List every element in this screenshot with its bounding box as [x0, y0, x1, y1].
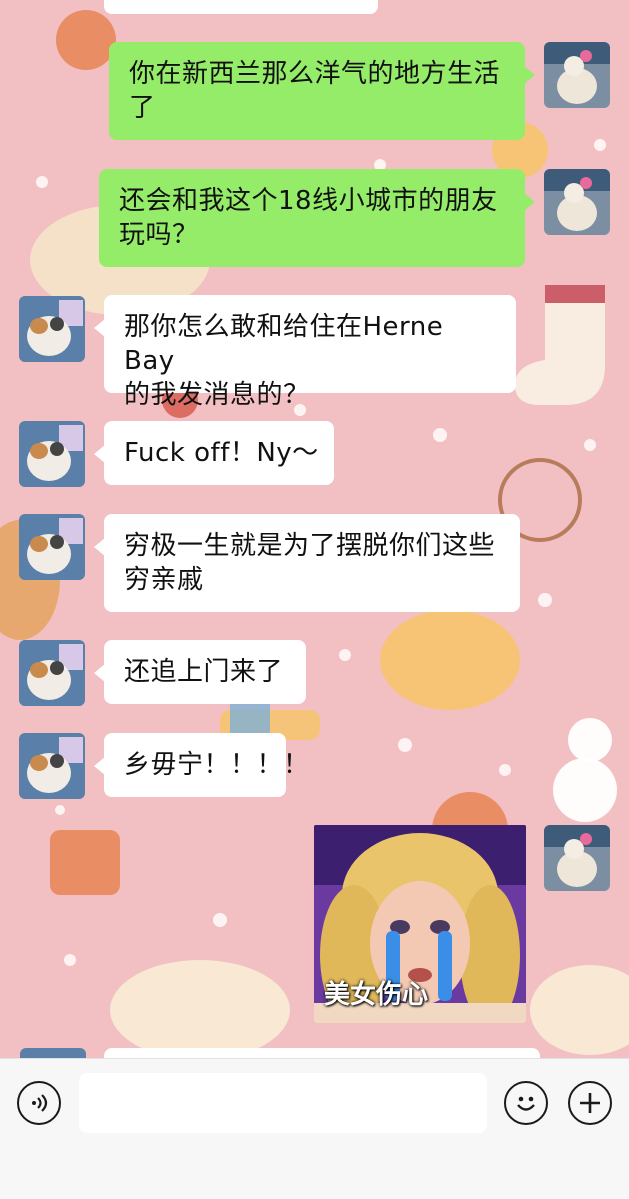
plus-icon: [580, 1093, 600, 1113]
message-bubble-incoming[interactable]: Fuck off！Ny～: [94, 421, 334, 485]
voice-button[interactable]: [17, 1081, 61, 1125]
contact-avatar-partial: [20, 1048, 86, 1058]
chat-background: 你在新西兰那么洋气的地方生活 了 还会和我这个18线小城市的朋友 玩吗？ 那你怎…: [0, 0, 629, 1058]
emoji-icon: [517, 1096, 535, 1111]
message-input[interactable]: [79, 1073, 487, 1133]
emoji-button[interactable]: [504, 1081, 548, 1125]
input-bar: [0, 1058, 629, 1199]
voice-icon: [32, 1094, 48, 1112]
self-avatar[interactable]: [544, 169, 610, 235]
message-bubble-outgoing[interactable]: 你在新西兰那么洋气的地方生活 了: [109, 42, 535, 140]
message-bubble-incoming[interactable]: 穷极一生就是为了摆脱你们这些 穷亲戚: [94, 514, 520, 612]
message-bubble-outgoing[interactable]: 还会和我这个18线小城市的朋友 玩吗？: [99, 169, 535, 267]
sticker-image[interactable]: 美女伤心: [314, 825, 526, 1023]
previous-message-bubble-edge: [104, 0, 378, 14]
contact-avatar[interactable]: [19, 296, 85, 362]
contact-avatar[interactable]: [19, 733, 85, 799]
sticker-caption: 美女伤心: [324, 980, 429, 1010]
message-bubble-incoming[interactable]: 乡毋宁！！！！: [94, 733, 309, 797]
plus-button[interactable]: [568, 1081, 612, 1125]
contact-avatar[interactable]: [19, 421, 85, 487]
contact-avatar[interactable]: [19, 514, 85, 580]
contact-avatar[interactable]: [19, 640, 85, 706]
message-bubble-incoming[interactable]: 那你怎么敢和给住在Herne Bay 的我发消息的？: [94, 295, 516, 410]
self-avatar[interactable]: [544, 825, 610, 891]
next-message-bubble-edge: [104, 1048, 540, 1058]
self-avatar[interactable]: [544, 42, 610, 108]
message-bubble-incoming[interactable]: 还追上门来了: [94, 640, 306, 704]
